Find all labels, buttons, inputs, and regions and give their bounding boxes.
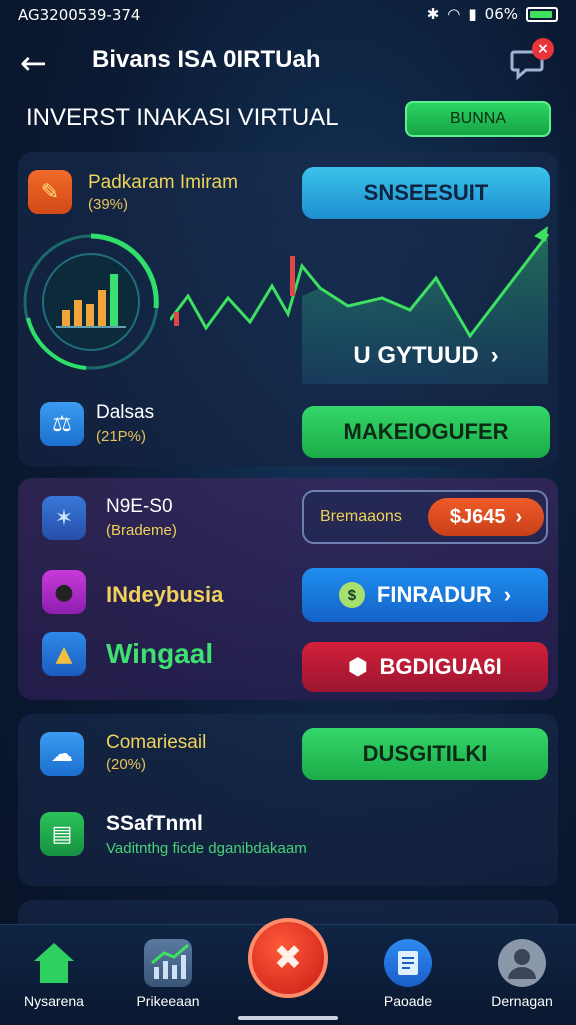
shield-icon: ⬢: [348, 654, 368, 679]
chevron-right-icon: ›: [515, 505, 523, 528]
nav-profile[interactable]: Dernagan: [472, 939, 572, 1009]
notification-badge: ×: [532, 38, 554, 60]
mid-item3-name: Wingaal: [106, 638, 214, 669]
nav-docs[interactable]: Paoade: [358, 939, 458, 1009]
makeioguferr-button[interactable]: MAKEIOGUFER: [302, 406, 550, 458]
mid-item2-name: INdeybusia: [106, 582, 224, 607]
status-icons: ✱ ◠ ▮ 06%: [427, 5, 558, 23]
lower-item1-name: Comariesail: [106, 732, 207, 753]
home-icon: [30, 939, 78, 987]
gauge-chart: [23, 233, 159, 370]
nav-home-label: Nysarena: [24, 993, 84, 1009]
chevron-right-icon: ›: [503, 582, 512, 607]
row2-name: Dalsas: [96, 402, 155, 423]
page-title: Bivans ISA 0IRTUah: [92, 46, 321, 73]
status-bar: AG3200539-374 ✱ ◠ ▮ 06%: [0, 0, 576, 30]
document-icon: [384, 939, 432, 987]
nav-home[interactable]: Nysarena: [4, 939, 104, 1009]
chat-button[interactable]: ×: [510, 38, 554, 81]
bunna-button[interactable]: BUNNA: [405, 101, 551, 137]
ticket-icon: ▤: [40, 812, 84, 856]
app-header: ← Bivans ISA 0IRTUah ×: [0, 36, 576, 92]
back-arrow-icon[interactable]: ←: [20, 44, 47, 82]
finradur-button[interactable]: $ FINRADUR ›: [302, 568, 548, 622]
price-pill[interactable]: $J645 ›: [428, 498, 544, 536]
finradur-label: FINRADUR: [376, 582, 492, 607]
signal-icon: ▮: [468, 5, 477, 23]
bird-icon: ✶: [42, 496, 86, 540]
gytuud-label: U GYTUUD: [353, 342, 479, 369]
cloud-icon: ☁: [40, 732, 84, 776]
center-action-button[interactable]: ✖: [248, 918, 328, 998]
battery-icon: [526, 6, 558, 22]
profile-icon: [498, 939, 546, 987]
home-indicator: [238, 1016, 338, 1020]
wifi-icon: ◠: [447, 5, 461, 23]
battery-percent: 06%: [484, 5, 518, 23]
mid-item1-name: N9E-S0: [106, 496, 173, 517]
rocket-icon: ▲: [42, 632, 86, 676]
nav-docs-label: Paoade: [383, 993, 433, 1009]
status-time: AG3200539-374: [18, 6, 141, 24]
chart-icon: [144, 939, 192, 987]
nav-chart-label: Prikeeaan: [136, 993, 200, 1009]
bluetooth-icon: ✱: [426, 5, 440, 23]
price-label: Bremaaons: [320, 508, 402, 525]
lower-item2-desc: Vaditnthg ficde dganibdakaam: [106, 840, 307, 857]
price-value: $J645: [449, 505, 506, 528]
lower-item1-pct: (20%): [106, 756, 147, 773]
coin-icon: $: [338, 582, 365, 608]
chart-edit-icon: ✎: [28, 170, 72, 214]
lower-item2-name: SSafTnml: [106, 812, 203, 835]
scale-icon: ⚖: [40, 402, 84, 446]
price-field[interactable]: Bremaaons $J645 ›: [302, 490, 548, 544]
snseesuit-button[interactable]: SNSEESUIT: [302, 167, 550, 219]
row1-pct: (39%): [88, 196, 129, 213]
chevron-right-icon: ›: [490, 342, 499, 369]
x-logo-icon: ✖: [273, 938, 303, 978]
section-title: INVERST INAKASI VIRTUAL: [26, 104, 339, 131]
bomb-icon: ●: [42, 570, 86, 614]
mid-item1-sub: (Brademe): [106, 522, 177, 539]
row1-name: Padkaram Imiram: [88, 172, 238, 193]
nav-profile-label: Dernagan: [491, 993, 553, 1009]
nav-chart[interactable]: Prikeeaan: [118, 939, 218, 1009]
bgdiguabi-label: BGDIGUA6I: [379, 654, 502, 679]
dusgitilki-button[interactable]: DUSGITILKI: [302, 728, 548, 780]
row2-pct: (21P%): [96, 428, 147, 445]
bgdiguabi-button[interactable]: ⬢ BGDIGUA6I: [302, 642, 548, 692]
gytuud-button[interactable]: U GYTUUD ›: [302, 330, 550, 382]
